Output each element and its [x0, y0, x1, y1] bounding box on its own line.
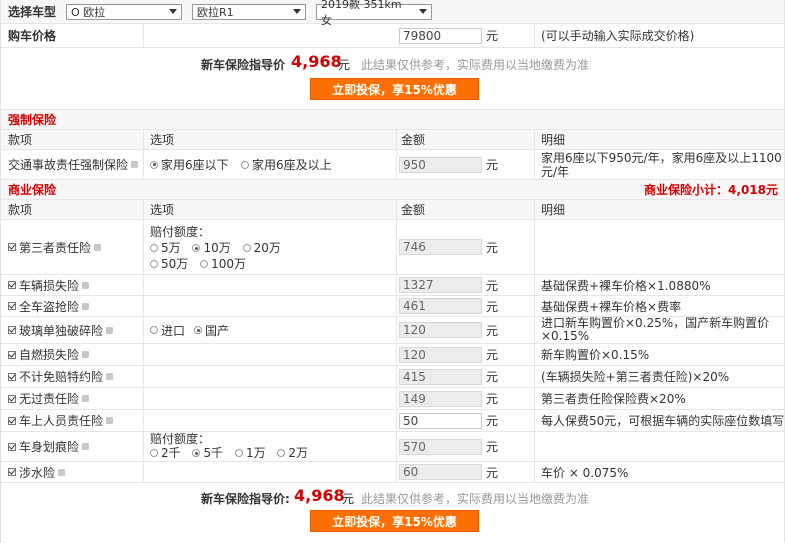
compulsory-title: 强制保险	[8, 113, 57, 127]
radio-icon[interactable]	[150, 160, 158, 169]
commercial-header-row: 款项 选项 金额 明细	[1, 200, 784, 220]
price-input[interactable]: 79800	[399, 27, 482, 44]
insure-now-button[interactable]: 立即投保，享15%优惠	[310, 78, 479, 100]
checkbox-icon[interactable]	[8, 281, 16, 289]
brand-select[interactable]: O 欧拉	[66, 3, 182, 20]
checkbox-icon[interactable]	[8, 372, 16, 381]
guide-price-top: 新车保险指导价 4,968 元 此结果仅供参考，实际费用以当地缴费为准 立即投保…	[1, 48, 784, 110]
checkbox-icon[interactable]	[8, 350, 16, 359]
compulsory-header-row: 款项 选项 金额 明细	[1, 130, 784, 150]
help-icon[interactable]	[82, 351, 90, 358]
help-icon[interactable]	[58, 468, 66, 476]
radio-icon[interactable]	[150, 326, 158, 334]
scratch-row: 车身划痕险 赔付额度： 2千 5千 1万 2万 570 元	[1, 432, 784, 462]
third-party-amount: 746	[399, 239, 482, 255]
checkbox-icon[interactable]	[8, 243, 16, 251]
radio-icon[interactable]	[277, 449, 286, 457]
checkbox-icon[interactable]	[8, 442, 16, 451]
third-party-row: 第三者责任险 赔付额度： 5万 10万 20万 50万 100万 746 元	[1, 220, 784, 275]
passenger-liability-row: 车上人员责任险 50 元 每人保费50元，可根据车辆的实际座位数填写	[1, 410, 784, 432]
help-icon[interactable]	[82, 443, 90, 450]
checkbox-icon[interactable]	[8, 416, 16, 425]
series-select[interactable]: 欧拉R1	[192, 3, 306, 20]
checkbox-icon[interactable]	[8, 302, 16, 310]
help-icon[interactable]	[94, 243, 102, 251]
model-select[interactable]: 2019款 351km 女	[316, 0, 432, 27]
chevron-down-icon	[419, 9, 427, 14]
insurance-calculator: 选择车型 O 欧拉 欧拉R1 2019款 351km 女 购车价格 79800 …	[0, 0, 785, 543]
help-icon[interactable]	[82, 281, 90, 289]
radio-icon[interactable]	[192, 244, 201, 252]
radio-icon[interactable]	[200, 260, 209, 268]
compulsory-row: 交通事故责任强制保险 家用6座以下 家用6座及以上 950 元 家用6座以下95…	[1, 150, 784, 180]
vehicle-damage-row: 车辆损失险 1327 元 基础保费+裸车价格×1.0880%	[1, 275, 784, 296]
deductible-waiver-row: 不计免赔特约险 415 元 (车辆损失险+第三者责任险)×20%	[1, 366, 784, 388]
help-icon[interactable]	[131, 161, 139, 168]
guide-price-value: 4,968	[291, 52, 342, 71]
commercial-title: 商业保险	[8, 183, 57, 197]
compulsory-title-row: 强制保险	[1, 110, 784, 130]
passenger-amount-input[interactable]: 50	[399, 412, 482, 429]
help-icon[interactable]	[106, 373, 114, 380]
checkbox-icon[interactable]	[8, 326, 16, 334]
chevron-down-icon	[293, 9, 301, 14]
price-label: 购车价格	[8, 29, 57, 43]
help-icon[interactable]	[82, 302, 90, 310]
radio-icon[interactable]	[234, 449, 243, 457]
commercial-title-row: 商业保险 商业保险小计：4,018元	[1, 180, 784, 200]
radio-icon[interactable]	[150, 449, 158, 457]
no-fault-row: 无过责任险 149 元 第三者责任险保险费×20%	[1, 388, 784, 410]
help-icon[interactable]	[106, 326, 114, 334]
radio-icon[interactable]	[150, 244, 158, 252]
checkbox-icon[interactable]	[8, 394, 16, 403]
compulsory-amount: 950	[399, 156, 482, 173]
insure-now-button-bottom[interactable]: 立即投保，享15%优惠	[310, 510, 479, 532]
radio-icon[interactable]	[194, 326, 202, 334]
self-ignition-row: 自燃损失险 120 元 新车购置价×0.15%	[1, 344, 784, 366]
radio-icon[interactable]	[150, 260, 158, 268]
help-icon[interactable]	[106, 417, 114, 424]
checkbox-icon[interactable]	[8, 468, 16, 476]
wading-row: 涉水险 60 元 车价 × 0.075%	[1, 462, 784, 483]
price-hint: (可以手动输入实际成交价格)	[541, 29, 695, 43]
help-icon[interactable]	[82, 395, 90, 402]
glass-row: 玻璃单独破碎险 进口 国产 120 元 进口新车购置价×0.25%，国产新车购置…	[1, 317, 784, 344]
chevron-down-icon	[169, 9, 177, 14]
guide-price-bottom: 新车保险指导价: 4,968 元 此结果仅供参考，实际费用以当地缴费为准 立即投…	[1, 483, 784, 543]
radio-icon[interactable]	[192, 449, 201, 457]
commercial-subtotal: 商业保险小计：4,018元	[644, 183, 778, 197]
radio-icon[interactable]	[242, 244, 251, 252]
price-row: 购车价格 79800 元 (可以手动输入实际成交价格)	[1, 24, 784, 48]
car-select-label: 选择车型	[8, 5, 57, 19]
radio-icon[interactable]	[241, 160, 249, 169]
theft-row: 全车盗抢险 461 元 基础保费+裸车价格×费率	[1, 296, 784, 317]
guide-price-value-bottom: 4,968	[294, 486, 345, 505]
car-select-row: 选择车型 O 欧拉 欧拉R1 2019款 351km 女	[1, 0, 784, 27]
